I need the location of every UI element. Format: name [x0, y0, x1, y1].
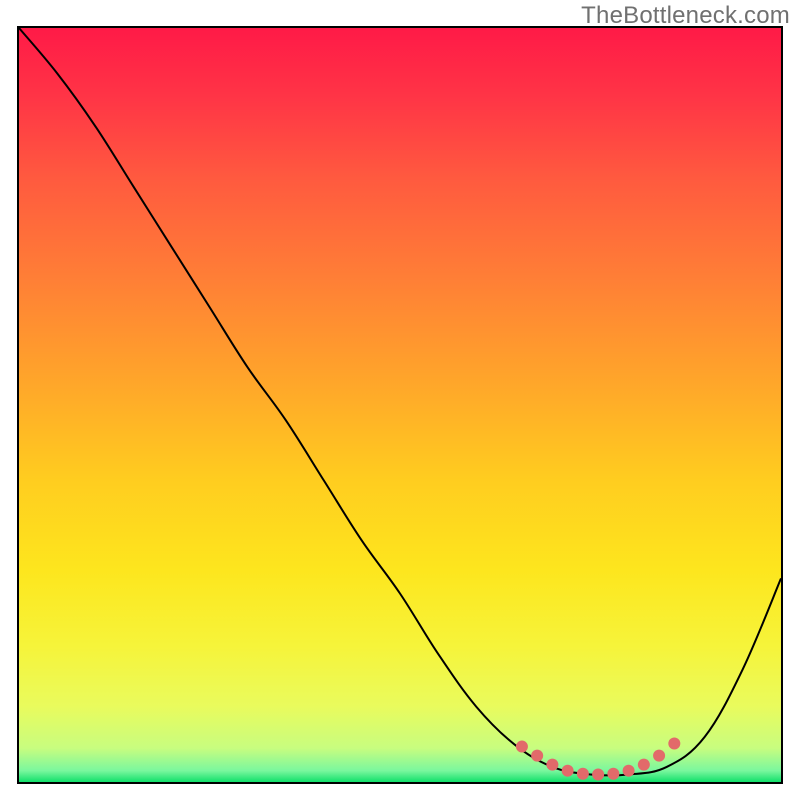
chart-stage: TheBottleneck.com [0, 0, 800, 800]
bottleneck-curve [19, 28, 781, 775]
marker-dot [668, 738, 680, 750]
marker-dot [546, 759, 558, 771]
marker-dot [623, 765, 635, 777]
marker-dot [653, 750, 665, 762]
marker-dot [592, 768, 604, 780]
curve-layer [19, 28, 781, 782]
marker-dot [607, 768, 619, 780]
watermark-text: TheBottleneck.com [581, 2, 790, 30]
marker-dot [562, 765, 574, 777]
marker-dot [577, 768, 589, 780]
marker-dot [531, 750, 543, 762]
plot-area [17, 26, 783, 784]
marker-dot [516, 741, 528, 753]
marker-dot [638, 759, 650, 771]
optimal-region-markers [516, 738, 680, 781]
